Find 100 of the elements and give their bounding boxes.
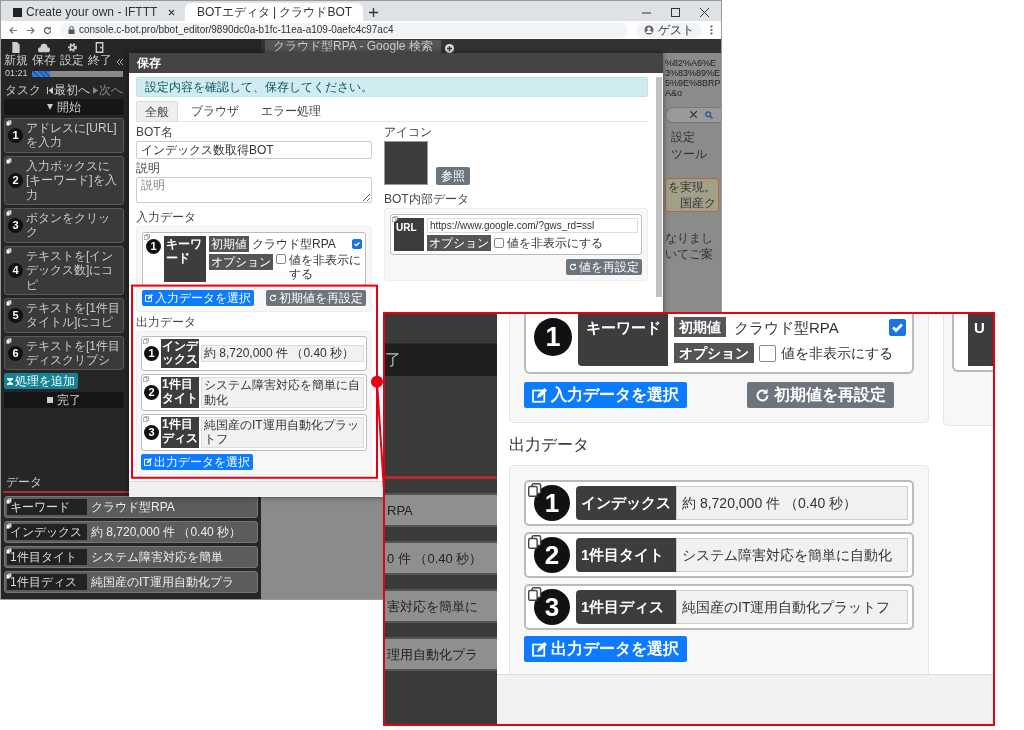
checkbox[interactable] [276,254,286,264]
reset-default-button[interactable]: 初期値を再設定 [266,289,366,306]
task-item[interactable]: 4 テキストを[インデックス数]にコピ [4,245,124,295]
step-number: 2 [534,537,570,573]
data-value: 0 件 （0.40 秒） [387,551,483,565]
collapse-icon[interactable] [116,58,124,66]
page-tab[interactable]: クラウド型RPA - Google 検索 [265,40,441,53]
data-value: システム障害対応を簡単 [91,549,224,565]
toolbar-button[interactable]: 新規 [4,42,28,66]
menu-link[interactable]: ツール [671,147,721,160]
url-field[interactable]: https://www.google.com/?gws_rd=ssl [427,218,638,233]
data-row[interactable]: キーワード クラウド型RPA [4,496,258,518]
variable-name: インデックス [161,338,199,369]
back-icon[interactable] [9,25,18,35]
first-button[interactable]: 最初へ [47,84,90,96]
url-text: console.c-bot.pro/bbot_editor/9890dc0a-b1fc-11ea-a109-0aefc4c97ac4 [79,25,394,35]
add-step-button[interactable]: 処理を追加 [4,373,78,390]
select-input-button[interactable]: 入力データを選択 [142,289,254,306]
finish-button[interactable]: 完了 [4,392,124,409]
browser-tab[interactable]: BOTエディタ | クラウドBOT [185,3,363,21]
icon-preview [384,141,428,185]
search-icon[interactable] [705,110,713,119]
checkbox[interactable] [759,344,776,362]
data-name-label: 1件目タイト [7,549,87,565]
reset-value-button[interactable]: 値を再設定 [566,259,642,275]
dialog-tab[interactable]: ブラウザ [182,101,248,121]
field-label: BOT内部データ [384,193,470,205]
tab-title: BOTエディタ | クラウドBOT [197,6,353,18]
step-number: 3 [8,217,23,233]
step-number: 1 [534,318,572,356]
edit-icon [144,457,152,466]
dialog-tab[interactable]: 全般 [136,101,178,121]
step-number: 3 [144,424,159,440]
close-icon[interactable] [168,8,175,16]
profile-button[interactable]: ゲスト [636,22,702,38]
step-number: 2 [8,172,23,188]
data-row[interactable]: インデックス 約 8,720,000 件 （0.40 秒） [4,521,258,543]
copy-icon [6,247,12,254]
section-title: データ [5,476,43,488]
step-number: 4 [8,262,23,278]
scrollbar[interactable] [656,77,662,297]
variable-name: インデックス [576,486,676,520]
data-row[interactable]: 害対応を簡単に [385,589,497,623]
data-value: 害対応を簡単に [387,599,478,613]
select-output-button[interactable]: 出力データを選択 [524,636,687,662]
checkbox[interactable] [889,318,906,336]
timer-text: 01:21 [5,69,28,78]
search-box[interactable] [665,106,721,123]
maximize-icon[interactable] [671,7,680,17]
checkbox[interactable] [494,238,504,248]
forward-icon[interactable] [26,25,35,35]
new-tab-icon[interactable] [369,7,378,17]
copy-icon [6,157,12,164]
next-button[interactable]: 次へ [93,84,123,96]
select-input-button[interactable]: 入力データを選択 [524,382,687,408]
dialog-tab[interactable]: エラー処理 [252,101,330,121]
reset-default-button[interactable]: 初期値を再設定 [747,382,894,408]
reload-icon[interactable] [43,25,52,35]
data-row[interactable]: RPA [385,493,497,527]
tag-label: オプション [209,254,273,270]
copy-icon [6,498,12,504]
output-value: システム障害対応を簡単に自動化 [201,377,364,408]
checkbox-label: 値を非表示にする [781,346,893,360]
data-row[interactable]: 1件目タイト システム障害対応を簡単 [4,546,258,568]
close-icon[interactable] [700,7,709,17]
section-title: タスク [5,84,41,96]
toolbar-button[interactable]: 設定 [60,42,84,66]
clear-icon[interactable] [690,111,697,119]
menu-link[interactable]: 設定 [671,130,721,143]
tag-label: オプション [427,235,491,251]
step-number: 1 [146,239,161,254]
checkbox[interactable] [352,239,362,249]
tag-label: 初期値 [674,317,726,337]
address-bar[interactable]: console.c-bot.pro/bbot_editor/9890dc0a-b1fc-11ea-a109-0aefc4c97ac4 [60,22,628,38]
browse-button[interactable]: 参照 [436,167,470,185]
select-output-button[interactable]: 出力データを選択 [141,453,253,470]
data-row[interactable]: 1件目ディス 純国産のIT運用自動化プラ [4,571,258,593]
task-item[interactable]: 2 入力ボックスに[キーワード]を入力 [4,155,124,205]
task-label: アドレスに[URL]を入力 [26,121,118,150]
data-value: クラウド型RPA [91,499,176,515]
menu-icon[interactable] [710,25,713,35]
data-row[interactable]: 理用自動化プラ [385,637,497,671]
variable-name: U [968,314,993,366]
field-label: 説明 [136,162,161,174]
output-value: 約 8,720,000 件 （0.40 秒） [676,486,908,520]
start-button[interactable]: 開始 [4,99,124,115]
data-row[interactable]: 0 件 （0.40 秒） [385,541,497,575]
checkbox-label: 値を非表示にする [289,254,362,282]
text-field[interactable]: インデックス数取得BOT [136,141,372,159]
copy-icon [6,209,12,216]
add-icon[interactable] [444,44,454,53]
toolbar-button[interactable]: 保存 [32,43,56,66]
text-area[interactable]: 説明 [136,177,372,203]
data-value: 約 8,720,000 件 （0.40 秒） [91,524,243,540]
dialog-title: 保存 [129,53,663,73]
task-label: テキストを[インデックス数]にコピ [26,248,115,292]
step-number: 2 [144,385,159,401]
task-label: 入力ボックスに[キーワード]を入力 [26,158,118,202]
toolbar-button[interactable]: 終了 [88,42,112,66]
data-name-label: 1件目ディス [7,574,87,590]
